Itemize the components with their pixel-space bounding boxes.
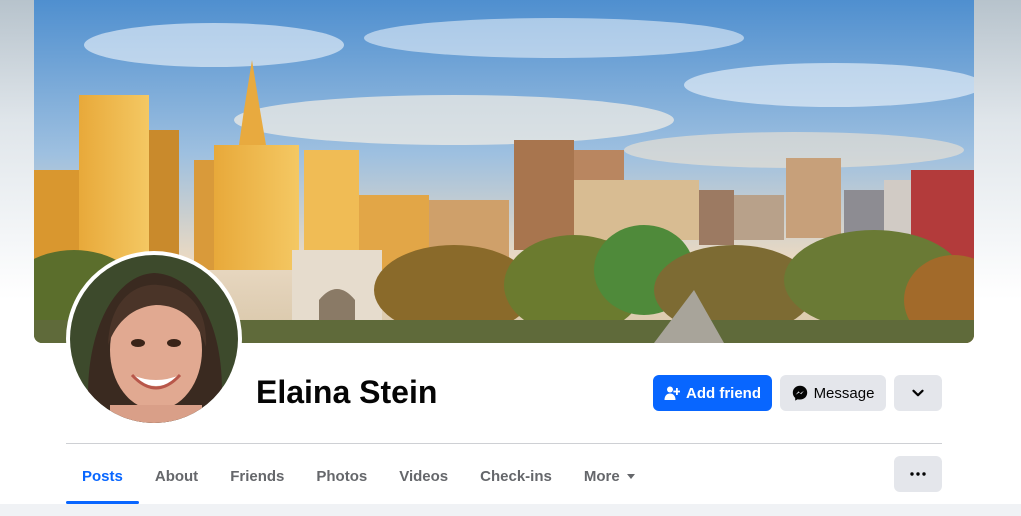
profile-options-button[interactable] <box>894 456 942 492</box>
tab-posts[interactable]: Posts <box>66 448 139 504</box>
header-divider <box>66 443 942 444</box>
profile-name: Elaina Stein <box>256 374 438 410</box>
profile-picture[interactable] <box>66 251 242 427</box>
add-friend-button[interactable]: Add friend <box>653 375 772 411</box>
profile-header: Elaina Stein Add friend Message Posts Ab… <box>0 0 1021 504</box>
tab-about[interactable]: About <box>139 448 214 504</box>
message-label: Message <box>813 384 875 402</box>
add-friend-label: Add friend <box>686 384 761 402</box>
feed-background <box>0 504 1021 516</box>
chevron-down-icon <box>912 389 924 397</box>
expand-actions-button[interactable] <box>894 375 942 411</box>
tab-check-ins[interactable]: Check-ins <box>464 448 568 504</box>
profile-tabs: Posts About Friends Photos Videos Check-… <box>66 448 652 504</box>
messenger-icon <box>792 385 807 401</box>
caret-down-icon <box>626 474 635 479</box>
tab-videos[interactable]: Videos <box>383 448 464 504</box>
tab-friends[interactable]: Friends <box>214 448 300 504</box>
tab-more[interactable]: More <box>568 448 652 504</box>
person-plus-icon <box>664 386 680 400</box>
message-button[interactable]: Message <box>780 375 886 411</box>
tab-photos[interactable]: Photos <box>300 448 383 504</box>
more-horizontal-icon <box>910 472 926 476</box>
